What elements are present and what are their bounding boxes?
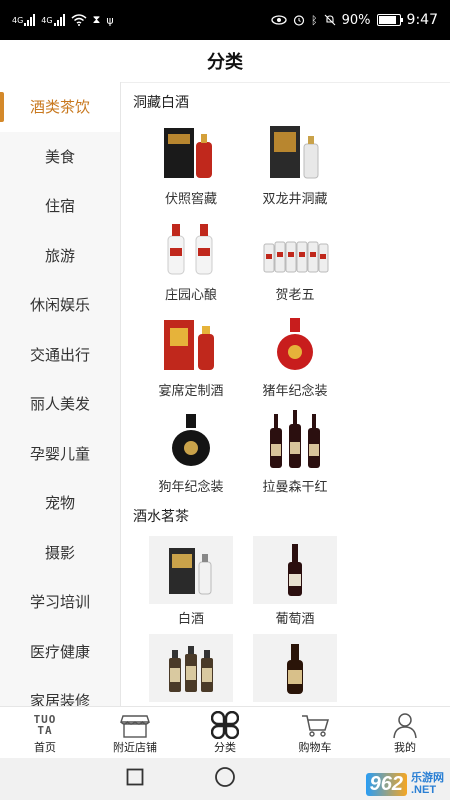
baijiu-box-icon bbox=[149, 536, 233, 604]
sidebar-item-travel[interactable]: 旅游 bbox=[0, 231, 120, 281]
product-item[interactable]: 猪年纪念装 bbox=[243, 308, 347, 404]
category-sidebar[interactable]: 酒类茶饮 美食 住宿 旅游 休闲娱乐 交通出行 丽人美发 孕婴儿童 宠物 摄影 … bbox=[0, 82, 121, 706]
product-item[interactable]: 洋酒 bbox=[139, 634, 243, 706]
wine-bottle-icon bbox=[253, 536, 337, 604]
clock: 9:47 bbox=[406, 12, 438, 28]
sidebar-item-drinks[interactable]: 酒类茶饮 bbox=[0, 82, 120, 132]
product-item[interactable]: 白酒 bbox=[139, 536, 243, 634]
sidebar-item-pets[interactable]: 宠物 bbox=[0, 478, 120, 528]
home-button[interactable] bbox=[214, 766, 236, 792]
section-title: 洞藏白酒 bbox=[133, 95, 189, 111]
usb-icon: ψ bbox=[106, 13, 114, 27]
product-item[interactable]: 贺老五 bbox=[243, 212, 347, 308]
user-icon bbox=[391, 711, 419, 739]
tab-nearby-stores[interactable]: 附近店铺 bbox=[90, 707, 180, 759]
tab-category[interactable]: 分类 bbox=[180, 707, 270, 759]
black-jar-icon bbox=[147, 404, 235, 470]
signal-icon: 4G bbox=[41, 14, 65, 26]
recent-apps-button[interactable] bbox=[126, 768, 144, 790]
battery-percent: 90% bbox=[341, 12, 371, 28]
product-item[interactable]: 伏照窖藏 bbox=[139, 116, 243, 212]
page-header: 分类 bbox=[0, 40, 450, 83]
signal-icon: 4G bbox=[12, 14, 36, 26]
store-icon bbox=[120, 711, 150, 739]
sidebar-item-photography[interactable]: 摄影 bbox=[0, 528, 120, 578]
sidebar-item-beauty[interactable]: 丽人美发 bbox=[0, 379, 120, 429]
product-item[interactable]: 宴席定制酒 bbox=[139, 308, 243, 404]
category-icon bbox=[211, 711, 239, 739]
wifi-icon bbox=[71, 14, 87, 26]
category-content[interactable]: 洞藏白酒 伏照窖藏 双龙井洞藏 庄园心酿 贺老五 宴席定制酒 猪年纪念装 狗年纪… bbox=[121, 82, 450, 706]
watermark: 962 乐游网 .NET bbox=[365, 772, 444, 796]
tab-mine[interactable]: 我的 bbox=[360, 707, 450, 759]
spirits-bottles-icon bbox=[149, 634, 233, 702]
baijiu-box-icon bbox=[147, 308, 235, 374]
product-item[interactable]: 双龙井洞藏 bbox=[243, 116, 347, 212]
baijiu-crate-icon bbox=[251, 212, 339, 278]
beer-bottle-icon bbox=[253, 634, 337, 702]
status-bar: 4G 4G ⧗ ψ ᛒ 90% 9:47 bbox=[0, 0, 450, 40]
system-nav-bar: 962 乐游网 .NET bbox=[0, 758, 450, 800]
cart-icon bbox=[300, 711, 330, 739]
mute-icon bbox=[324, 14, 336, 26]
home-logo-icon: TUO TA bbox=[33, 713, 57, 737]
sidebar-item-baby[interactable]: 孕婴儿童 bbox=[0, 429, 120, 479]
product-item[interactable]: 葡萄酒 bbox=[243, 536, 347, 634]
sidebar-item-lodging[interactable]: 住宿 bbox=[0, 181, 120, 231]
alarm-icon bbox=[293, 14, 305, 26]
baijiu-box-icon bbox=[251, 116, 339, 182]
red-jar-icon bbox=[251, 308, 339, 374]
product-grid: 白酒 葡萄酒 洋酒 啤酒 茗茶 bbox=[121, 536, 450, 706]
bottom-tab-bar: TUO TA 首页 附近店铺 分类 购物车 我的 bbox=[0, 706, 450, 759]
bluetooth-icon: ᛒ bbox=[311, 13, 318, 27]
page-title: 分类 bbox=[207, 52, 243, 73]
tab-cart[interactable]: 购物车 bbox=[270, 707, 360, 759]
sidebar-item-food[interactable]: 美食 bbox=[0, 132, 120, 182]
tab-home[interactable]: TUO TA 首页 bbox=[0, 707, 90, 759]
product-item[interactable]: 拉曼森干红 bbox=[243, 404, 347, 500]
battery-icon bbox=[376, 14, 403, 26]
hourglass-icon: ⧗ bbox=[92, 13, 101, 26]
eye-icon bbox=[271, 15, 287, 25]
product-item[interactable]: 庄园心酿 bbox=[139, 212, 243, 308]
sidebar-item-transport[interactable]: 交通出行 bbox=[0, 330, 120, 380]
sidebar-item-home[interactable]: 家居装修 bbox=[0, 676, 120, 706]
sidebar-item-education[interactable]: 学习培训 bbox=[0, 577, 120, 627]
sidebar-item-leisure[interactable]: 休闲娱乐 bbox=[0, 280, 120, 330]
section-title: 酒水茗茶 bbox=[133, 509, 189, 525]
baijiu-box-icon bbox=[147, 116, 235, 182]
sidebar-item-health[interactable]: 医疗健康 bbox=[0, 627, 120, 677]
product-item[interactable]: 狗年纪念装 bbox=[139, 404, 243, 500]
baijiu-bottles-icon bbox=[147, 212, 235, 278]
product-item[interactable]: 啤酒 bbox=[243, 634, 347, 706]
product-grid: 伏照窖藏 双龙井洞藏 庄园心酿 贺老五 宴席定制酒 猪年纪念装 狗年纪念装 拉曼… bbox=[121, 116, 450, 500]
wine-bottles-icon bbox=[251, 404, 339, 470]
